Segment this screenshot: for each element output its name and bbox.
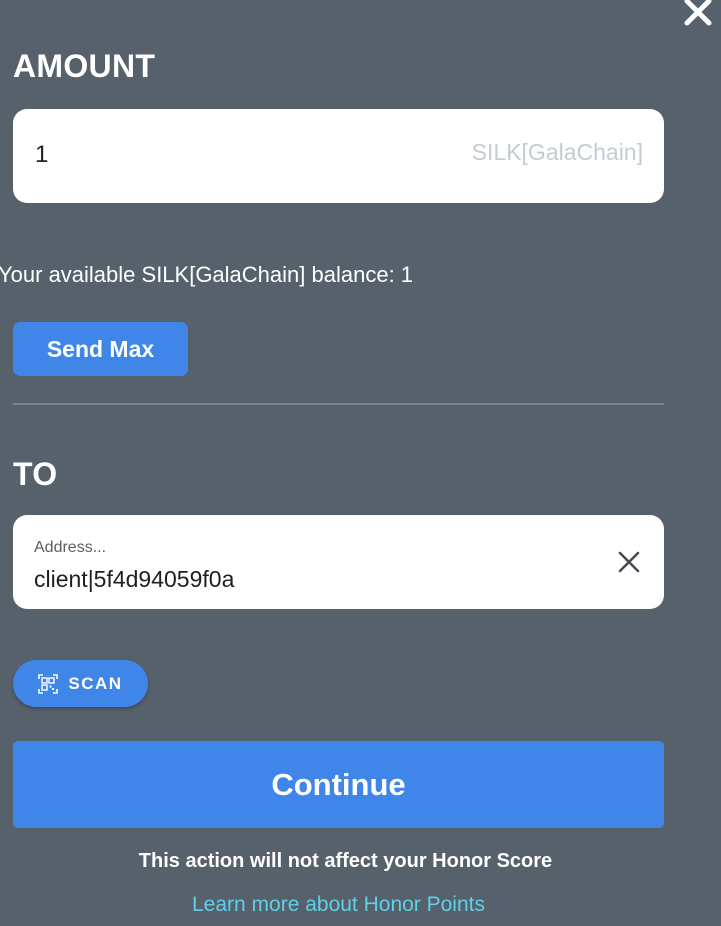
amount-input[interactable]: 1 SILK[GalaChain] — [13, 109, 664, 203]
close-button[interactable] — [676, 0, 720, 30]
close-icon — [618, 551, 640, 573]
send-max-button[interactable]: Send Max — [13, 322, 188, 376]
honor-note: This action will not affect your Honor S… — [138, 850, 553, 872]
amount-value: 1 — [35, 141, 49, 168]
send-token-screen: AMOUNT 1 SILK[GalaChain] Your available … — [0, 0, 721, 926]
qr-code-icon — [38, 673, 59, 694]
to-title: TO — [13, 456, 58, 492]
clear-address-button[interactable] — [614, 547, 644, 577]
address-label: Address... — [34, 539, 107, 556]
address-value: client|5f4d94059f0a — [34, 566, 235, 592]
scan-button[interactable]: SCAN — [13, 660, 148, 707]
address-input[interactable]: Address... client|5f4d94059f0a — [13, 515, 664, 609]
scan-label: SCAN — [68, 673, 123, 693]
amount-title: AMOUNT — [13, 48, 156, 84]
close-icon — [684, 0, 712, 26]
balance-text: Your available SILK[GalaChain] balance: … — [0, 262, 414, 287]
divider — [13, 403, 664, 405]
continue-button[interactable]: Continue — [13, 741, 664, 828]
amount-unit: SILK[GalaChain] — [471, 139, 643, 165]
learn-more-link[interactable]: Learn more about Honor Points — [0, 893, 677, 917]
